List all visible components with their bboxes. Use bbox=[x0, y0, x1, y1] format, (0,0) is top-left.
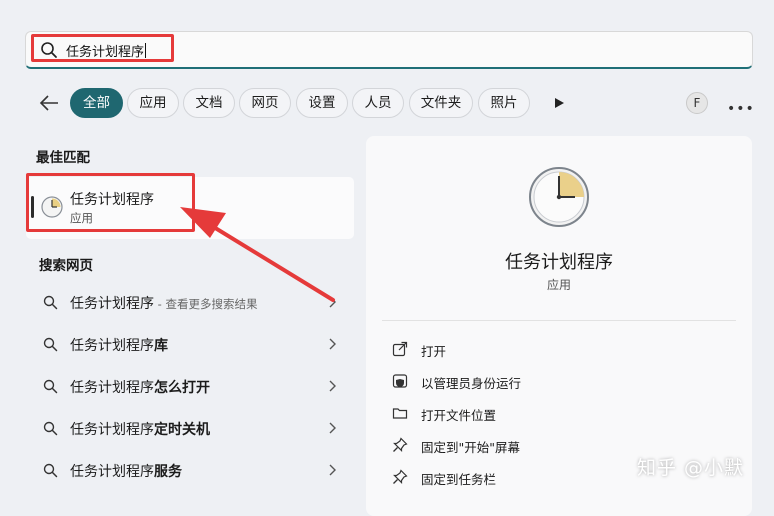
more-options-icon[interactable]: ••• bbox=[727, 101, 755, 117]
search-icon bbox=[43, 421, 58, 436]
avatar[interactable]: F bbox=[686, 92, 708, 114]
web-result-row[interactable]: 任务计划程序库 bbox=[26, 326, 354, 364]
pin-icon bbox=[393, 437, 408, 452]
divider bbox=[382, 320, 736, 321]
web-result-row[interactable]: 任务计划程序怎么打开 bbox=[26, 368, 354, 406]
chip-all[interactable]: 全部 bbox=[70, 88, 123, 118]
best-match-heading: 最佳匹配 bbox=[36, 150, 90, 166]
folder-icon bbox=[392, 408, 408, 419]
chip-people[interactable]: 人员 bbox=[352, 88, 404, 118]
web-result-row[interactable]: 任务计划程序 - 查看更多搜索结果 bbox=[26, 284, 354, 322]
web-search-heading: 搜索网页 bbox=[39, 258, 93, 274]
open-external-icon bbox=[392, 341, 408, 357]
best-match-highlight-box bbox=[26, 173, 195, 232]
pin-icon bbox=[393, 469, 408, 484]
shield-admin-icon bbox=[392, 374, 408, 388]
task-scheduler-icon bbox=[529, 167, 589, 227]
chip-web[interactable]: 网页 bbox=[239, 88, 291, 118]
web-result-row[interactable]: 任务计划程序服务 bbox=[26, 452, 354, 490]
detail-app-type: 应用 bbox=[546, 278, 571, 292]
chip-settings[interactable]: 设置 bbox=[296, 88, 348, 118]
search-icon bbox=[43, 379, 58, 394]
search-icon bbox=[43, 295, 58, 310]
chip-photos[interactable]: 照片 bbox=[478, 88, 530, 118]
watermark: 知乎 @小默 bbox=[637, 457, 745, 479]
chip-folders[interactable]: 文件夹 bbox=[409, 88, 473, 118]
chevron-right-icon bbox=[329, 380, 336, 392]
web-result-row[interactable]: 任务计划程序定时关机 bbox=[26, 410, 354, 448]
search-highlight-box bbox=[31, 34, 174, 62]
chip-apps[interactable]: 应用 bbox=[127, 88, 179, 118]
chip-documents[interactable]: 文档 bbox=[183, 88, 235, 118]
back-arrow-icon[interactable] bbox=[38, 93, 60, 113]
detail-app-name: 任务计划程序 bbox=[505, 252, 613, 273]
chevron-right-icon bbox=[329, 296, 336, 308]
search-icon bbox=[43, 337, 58, 352]
chevron-right-icon bbox=[329, 464, 336, 476]
play-icon[interactable] bbox=[553, 97, 565, 109]
search-icon bbox=[43, 463, 58, 478]
chevron-right-icon bbox=[329, 422, 336, 434]
chevron-right-icon bbox=[329, 338, 336, 350]
